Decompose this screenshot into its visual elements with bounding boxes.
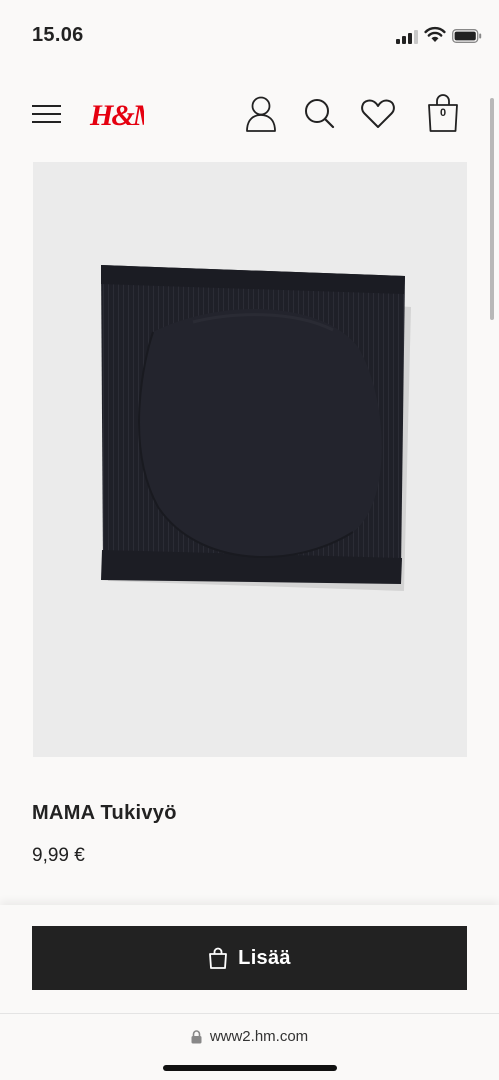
- user-icon: [246, 96, 276, 132]
- scrollbar[interactable]: [490, 98, 494, 320]
- account-button[interactable]: [244, 94, 278, 139]
- heart-icon: [361, 99, 395, 128]
- hm-logo-text: H&M: [89, 99, 144, 132]
- menu-button[interactable]: [32, 102, 62, 126]
- status-time: 15.06: [32, 24, 84, 46]
- favorites-button[interactable]: [360, 98, 396, 135]
- add-button-label: Lisää: [238, 946, 291, 969]
- search-button[interactable]: [302, 96, 336, 137]
- bag-count: 0: [439, 107, 447, 119]
- shopping-bag-button[interactable]: 0: [426, 94, 460, 139]
- add-to-bag-bar: Lisää: [0, 905, 499, 1013]
- product-photo: [101, 265, 411, 591]
- add-to-bag-button[interactable]: Lisää: [32, 926, 467, 990]
- site-header: H&M 0: [0, 88, 499, 144]
- status-bar: 15.06: [0, 0, 499, 72]
- home-indicator[interactable]: [163, 1065, 337, 1071]
- wifi-icon: [424, 26, 446, 42]
- search-icon: [305, 99, 335, 129]
- menu-icon: [32, 105, 61, 123]
- product-image[interactable]: [33, 162, 467, 757]
- battery-icon: [452, 29, 482, 43]
- lock-icon: [191, 1029, 202, 1043]
- url-text: www2.hm.com: [209, 1028, 309, 1045]
- cellular-signal-icon: [396, 30, 418, 44]
- url-field[interactable]: www2.hm.com: [0, 1028, 499, 1045]
- shopping-bag-icon: [209, 947, 228, 969]
- product-price: 9,99 €: [32, 845, 85, 866]
- hm-logo[interactable]: H&M: [88, 94, 144, 134]
- product-title: MAMA Tukivyö: [32, 802, 177, 824]
